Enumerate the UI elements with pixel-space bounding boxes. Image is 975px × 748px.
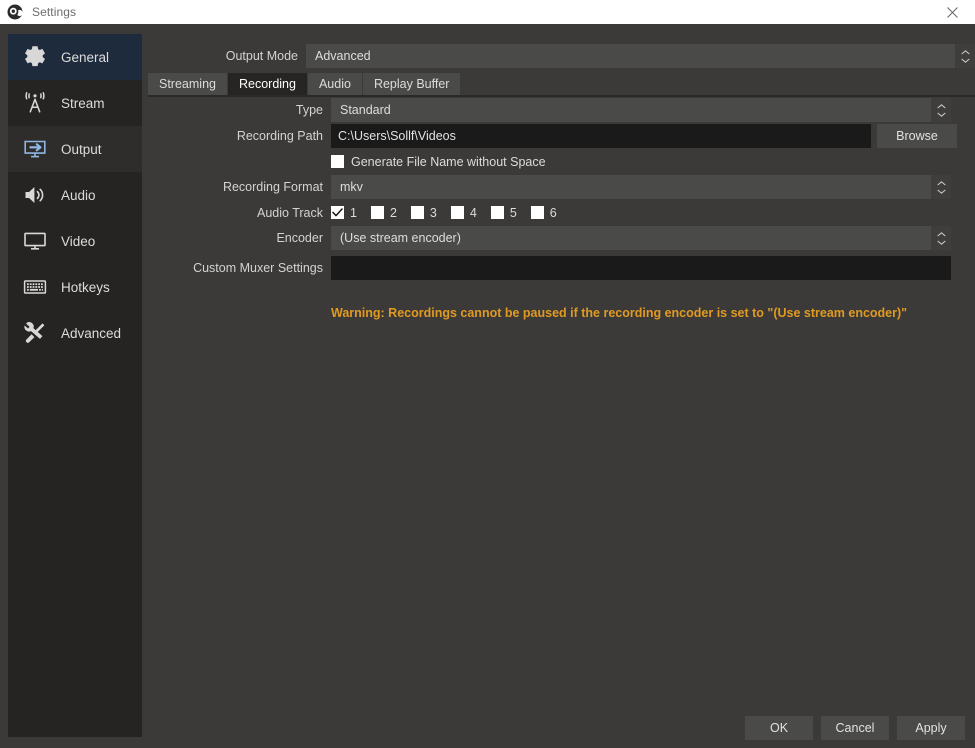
tab-label: Recording bbox=[238, 77, 296, 91]
custom-muxer-input[interactable] bbox=[331, 255, 951, 280]
generate-no-space-label: Generate File Name without Space bbox=[351, 154, 546, 169]
apply-button[interactable]: Apply bbox=[897, 716, 965, 740]
sidebar-item-label: Hotkeys bbox=[61, 279, 110, 295]
sidebar-item-label: Audio bbox=[61, 187, 96, 203]
custom-muxer-row: Custom Muxer Settings bbox=[142, 251, 975, 284]
cancel-button[interactable]: Cancel bbox=[821, 716, 889, 740]
audio-track-2[interactable]: 2 bbox=[370, 205, 397, 220]
display-icon bbox=[20, 226, 50, 256]
recording-form: Type Standard Recording Path C:\Users\So… bbox=[142, 97, 975, 320]
audio-track-6[interactable]: 6 bbox=[530, 205, 557, 220]
output-tab-bar: Streaming Recording Audio Replay Buffer bbox=[148, 73, 975, 97]
recording-format-select[interactable]: mkv bbox=[331, 175, 951, 199]
sidebar-item-advanced[interactable]: Advanced bbox=[8, 310, 142, 356]
chevron-updown-icon[interactable] bbox=[931, 175, 951, 199]
dialog-button-bar: OK Cancel Apply bbox=[745, 716, 965, 740]
browse-button-label: Browse bbox=[896, 129, 938, 143]
apply-button-label: Apply bbox=[915, 721, 947, 735]
settings-sidebar: General Stream Output Audio Video Hotkey… bbox=[8, 34, 142, 737]
type-row: Type Standard bbox=[142, 97, 975, 123]
tools-icon bbox=[20, 318, 50, 348]
chevron-updown-icon[interactable] bbox=[955, 44, 975, 68]
audio-track-5[interactable]: 5 bbox=[490, 205, 517, 220]
chevron-updown-icon[interactable] bbox=[931, 226, 951, 250]
output-mode-select[interactable]: Advanced bbox=[306, 44, 975, 68]
type-select[interactable]: Standard bbox=[331, 98, 951, 122]
audio-track-3-checkbox[interactable] bbox=[410, 206, 424, 219]
title-bar: Settings bbox=[0, 0, 975, 24]
audio-track-5-checkbox[interactable] bbox=[490, 206, 504, 219]
output-mode-value: Advanced bbox=[315, 49, 371, 63]
audio-track-3-label: 3 bbox=[429, 205, 437, 220]
keyboard-icon bbox=[20, 272, 50, 302]
audio-track-4-checkbox[interactable] bbox=[450, 206, 464, 219]
generate-no-space-row: Generate File Name without Space bbox=[142, 149, 975, 174]
audio-track-1[interactable]: 1 bbox=[331, 206, 357, 220]
encoder-value: (Use stream encoder) bbox=[340, 231, 461, 245]
audio-track-1-label: 1 bbox=[350, 205, 357, 220]
audio-track-2-label: 2 bbox=[389, 205, 397, 220]
recording-format-label: Recording Format bbox=[222, 180, 323, 194]
broadcast-icon bbox=[20, 88, 50, 118]
audio-track-label: Audio Track bbox=[256, 205, 323, 220]
recording-path-row: Recording Path C:\Users\Sollf\Videos Bro… bbox=[142, 123, 975, 149]
tab-replay-buffer[interactable]: Replay Buffer bbox=[362, 73, 461, 95]
encoder-label: Encoder bbox=[276, 231, 323, 245]
tab-audio[interactable]: Audio bbox=[307, 73, 362, 95]
audio-track-4[interactable]: 4 bbox=[450, 205, 477, 220]
audio-track-3[interactable]: 3 bbox=[410, 205, 437, 220]
gear-icon bbox=[20, 42, 50, 72]
warning-row: Warning: Recordings cannot be paused if … bbox=[142, 284, 975, 320]
sidebar-item-video[interactable]: Video bbox=[8, 218, 142, 264]
encoder-warning-text: Warning: Recordings cannot be paused if … bbox=[331, 306, 908, 320]
sidebar-item-hotkeys[interactable]: Hotkeys bbox=[8, 264, 142, 310]
recording-path-value: C:\Users\Sollf\Videos bbox=[338, 129, 456, 143]
tab-label: Streaming bbox=[159, 77, 216, 91]
sidebar-item-label: Stream bbox=[61, 95, 105, 111]
recording-format-row: Recording Format mkv bbox=[142, 174, 975, 200]
sidebar-item-output[interactable]: Output bbox=[8, 126, 142, 172]
monitor-arrow-icon bbox=[20, 134, 50, 164]
settings-window: General Stream Output Audio Video Hotkey… bbox=[0, 24, 975, 748]
chevron-updown-icon[interactable] bbox=[931, 98, 951, 122]
audio-track-row: Audio Track 1 2 3 4 5 6 bbox=[142, 200, 975, 225]
recording-path-input[interactable]: C:\Users\Sollf\Videos bbox=[331, 124, 871, 148]
obs-logo-icon bbox=[0, 4, 23, 20]
audio-track-1-checkbox[interactable] bbox=[331, 206, 344, 219]
sidebar-item-label: General bbox=[61, 49, 110, 65]
sidebar-item-label: Advanced bbox=[61, 325, 122, 341]
type-value: Standard bbox=[340, 103, 391, 117]
recording-path-label: Recording Path bbox=[236, 129, 323, 143]
encoder-select[interactable]: (Use stream encoder) bbox=[331, 226, 951, 250]
ok-button[interactable]: OK bbox=[745, 716, 813, 740]
type-label: Type bbox=[295, 103, 323, 117]
tab-label: Audio bbox=[318, 77, 351, 91]
sidebar-item-label: Output bbox=[61, 141, 102, 157]
close-icon[interactable] bbox=[929, 0, 975, 24]
custom-muxer-label: Custom Muxer Settings bbox=[193, 260, 323, 275]
audio-track-6-label: 6 bbox=[549, 205, 557, 220]
output-mode-label: Output Mode bbox=[225, 49, 298, 63]
sidebar-item-audio[interactable]: Audio bbox=[8, 172, 142, 218]
window-title: Settings bbox=[32, 5, 77, 19]
recording-format-value: mkv bbox=[340, 180, 363, 194]
tab-streaming[interactable]: Streaming bbox=[148, 73, 227, 95]
output-mode-row: Output Mode Advanced bbox=[142, 43, 975, 69]
generate-no-space-checkbox[interactable] bbox=[331, 155, 344, 168]
ok-button-label: OK bbox=[769, 721, 789, 735]
browse-button[interactable]: Browse bbox=[877, 124, 957, 148]
sidebar-item-stream[interactable]: Stream bbox=[8, 80, 142, 126]
audio-track-4-label: 4 bbox=[469, 205, 477, 220]
sidebar-item-general[interactable]: General bbox=[8, 34, 142, 80]
cancel-button-label: Cancel bbox=[835, 721, 875, 735]
audio-track-5-label: 5 bbox=[509, 205, 517, 220]
audio-track-2-checkbox[interactable] bbox=[370, 206, 384, 219]
encoder-row: Encoder (Use stream encoder) bbox=[142, 225, 975, 251]
tab-recording[interactable]: Recording bbox=[227, 73, 307, 95]
sidebar-item-label: Video bbox=[61, 233, 96, 249]
speaker-icon bbox=[20, 180, 50, 210]
audio-track-6-checkbox[interactable] bbox=[530, 206, 544, 219]
tab-label: Replay Buffer bbox=[373, 77, 450, 91]
